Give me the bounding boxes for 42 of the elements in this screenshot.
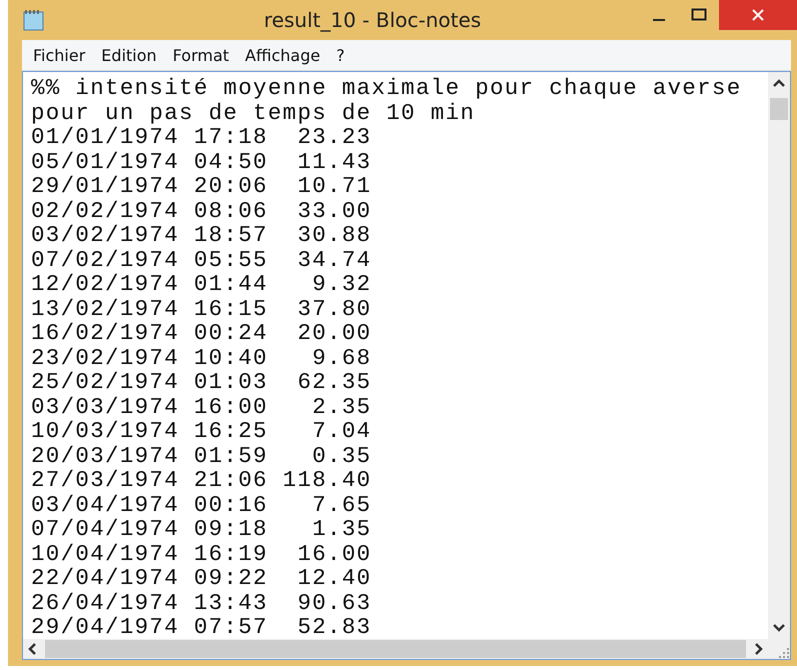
text-line: 25/02/1974 01:03 62.35 (31, 370, 372, 394)
scroll-left-icon[interactable] (27, 642, 37, 656)
text-line: 16/02/1974 00:24 20.00 (31, 321, 372, 346)
close-icon (751, 8, 765, 22)
menu-item[interactable]: Edition (94, 44, 164, 66)
text-line: 22/04/1974 09:22 12.40 (31, 566, 372, 590)
text-line: 02/02/1974 08:06 33.00 (31, 198, 372, 223)
text-line: 10/04/1974 16:19 16.00 (31, 542, 372, 566)
text-line: 29/01/1974 20:06 10.71 (31, 174, 372, 198)
text-line: 26/04/1974 13:43 90.63 (31, 590, 372, 615)
text-line: 03/02/1974 18:57 30.88 (31, 223, 372, 248)
text-line: 10/03/1974 16:25 7.04 (31, 419, 372, 444)
menu-item[interactable]: Affichage (238, 44, 328, 66)
text-line: pour un pas de temps de 10 min (31, 100, 476, 125)
text-line: 03/03/1974 16:00 2.35 (31, 394, 372, 419)
text-line: 05/01/1974 04:50 11.43 (31, 150, 372, 174)
menu-item[interactable]: Format (166, 44, 236, 66)
scroll-up-icon[interactable] (772, 78, 786, 88)
notepad-icon (22, 9, 46, 31)
scroll-thumb[interactable] (770, 98, 788, 120)
text-line: %% intensité moyenne maximale pour chaque averse (31, 76, 742, 100)
resize-grip-icon[interactable] (778, 647, 790, 659)
scroll-right-icon[interactable] (754, 642, 764, 656)
text-line: 07/04/1974 09:18 1.35 (31, 517, 372, 542)
text-line: 20/03/1974 01:59 0.35 (31, 444, 372, 468)
minimize-icon (653, 19, 665, 21)
horizontal-scrollbar[interactable] (23, 639, 768, 659)
text-line: 29/04/1974 07:57 52.83 (31, 615, 372, 639)
menu-item[interactable]: Fichier (26, 44, 92, 66)
text-line: 07/02/1974 05:55 34.74 (31, 248, 372, 272)
text-line: 27/03/1974 21:06 118.40 (31, 468, 372, 492)
text-line: 01/01/1974 17:18 23.23 (31, 125, 372, 150)
text-line: 12/02/1974 01:44 9.32 (31, 272, 372, 296)
menu-item[interactable]: ? (329, 44, 352, 66)
window-title: result_10 - Bloc-notes (262, 8, 482, 32)
maximize-icon (691, 8, 707, 22)
scroll-thumb[interactable] (45, 640, 746, 658)
scroll-down-icon[interactable] (772, 623, 786, 633)
text-line: 23/02/1974 10:40 9.68 (31, 346, 372, 370)
text-line: 13/02/1974 16:15 37.80 (31, 296, 372, 321)
vertical-scrollbar[interactable] (768, 72, 790, 639)
text-line: 03/04/1974 00:16 7.65 (31, 492, 372, 517)
